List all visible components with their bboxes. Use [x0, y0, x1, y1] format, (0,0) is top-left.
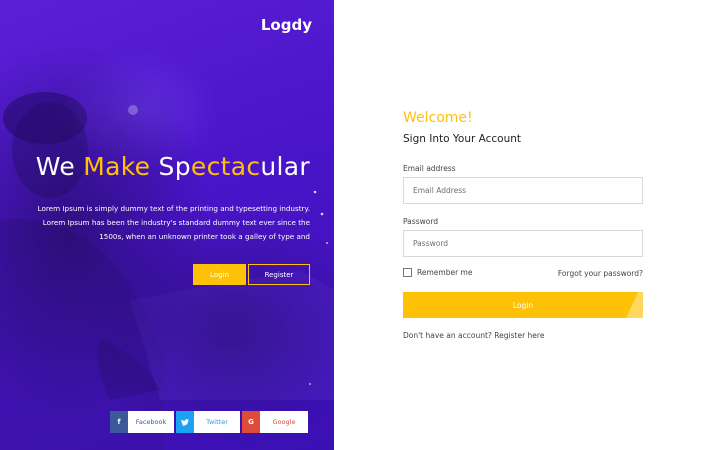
twitter-icon — [176, 411, 194, 433]
forgot-password-link[interactable]: Forgot your password? — [558, 269, 643, 278]
signup-prompt: Don't have an account? Register here — [403, 331, 544, 340]
password-field[interactable] — [403, 230, 643, 257]
email-field[interactable] — [403, 177, 643, 204]
password-label: Password — [403, 217, 439, 226]
remember-label: Remember me — [417, 268, 473, 277]
email-label: Email address — [403, 164, 456, 173]
facebook-icon: f — [110, 411, 128, 433]
brand-logo: Logdy — [260, 16, 312, 34]
twitter-login-button[interactable]: Twitter — [176, 411, 240, 433]
login-button-label: Login — [512, 300, 534, 310]
button-shine — [621, 292, 643, 318]
login-button[interactable]: Login — [403, 292, 643, 318]
google-login-button[interactable]: G Google — [242, 411, 308, 433]
register-link[interactable]: Register here — [494, 331, 544, 340]
hero-title: We Make Spectacular — [35, 152, 310, 181]
facebook-label: Facebook — [128, 411, 174, 433]
hero-register-button[interactable]: Register — [248, 264, 310, 285]
remember-checkbox[interactable] — [403, 268, 412, 277]
welcome-heading: Welcome! — [403, 110, 473, 126]
facebook-login-button[interactable]: f Facebook — [110, 411, 174, 433]
twitter-label: Twitter — [194, 411, 240, 433]
hero-description: Lorem Ipsum is simply dummy text of the … — [37, 204, 310, 241]
form-subtitle: Sign Into Your Account — [403, 133, 522, 145]
google-label: Google — [260, 411, 308, 433]
hero-panel: Logdy We Make Spectacular Lorem Ipsum is… — [0, 0, 334, 450]
google-icon: G — [242, 411, 260, 433]
login-panel: Welcome! Sign Into Your Account Email ad… — [334, 0, 720, 450]
remember-me-toggle[interactable]: Remember me — [403, 268, 472, 277]
no-account-text: Don't have an account? — [403, 331, 492, 340]
hero-login-button[interactable]: Login — [193, 264, 246, 285]
